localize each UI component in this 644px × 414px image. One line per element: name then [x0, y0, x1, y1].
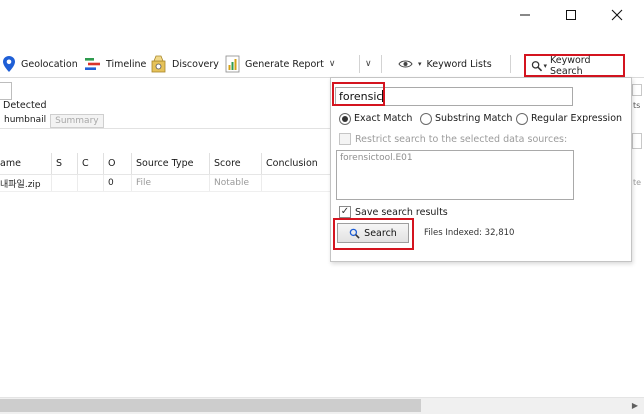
save-results-checkbox[interactable]: ✓ Save search results [339, 205, 448, 219]
geolocation-label: Geolocation [21, 58, 78, 70]
scrollbar-thumb[interactable] [0, 399, 421, 412]
checkmark-icon: ✓ [339, 206, 351, 218]
geolocation-button[interactable]: Geolocation [2, 50, 78, 78]
toolbar-separator [381, 55, 382, 73]
search-button[interactable]: Search [337, 223, 409, 243]
toolbar-separator [510, 55, 511, 73]
data-source-list[interactable]: forensictool.E01 [336, 150, 574, 200]
files-indexed-count: Files Indexed: 32,810 [424, 228, 515, 238]
timeline-label: Timeline [106, 58, 147, 70]
cell-s [52, 175, 78, 191]
checkbox-icon [339, 133, 351, 145]
search-icon [349, 228, 360, 239]
cell-source-type: File [132, 175, 210, 191]
radio-regular-expression[interactable]: Regular Expression [516, 111, 622, 126]
radio-selected-icon [339, 112, 351, 125]
toolbar-overflow-button[interactable]: ∨ [365, 50, 372, 78]
tab-summary[interactable]: Summary [50, 114, 104, 128]
divider [0, 191, 330, 192]
cell-o: 0 [104, 175, 132, 191]
timeline-button[interactable]: Timeline [84, 50, 146, 78]
column-header-c[interactable]: C [78, 153, 104, 174]
radio-exact-match[interactable]: Exact Match [339, 111, 412, 126]
substring-match-label: Substring Match [435, 113, 513, 124]
tab-thumbnail[interactable]: humbnail [0, 114, 50, 128]
edge-text: te [633, 178, 642, 187]
cell-conclusion [262, 175, 330, 191]
keyword-search-value: forensic [339, 90, 383, 103]
edge-text: ts [633, 101, 641, 110]
double-chevron-down-icon: ∨ [365, 59, 372, 69]
search-icon [531, 60, 543, 71]
report-icon [225, 55, 240, 73]
dropdown-arrow-icon: ▾ [418, 60, 422, 68]
discovery-icon [151, 55, 166, 73]
cell-c [78, 175, 104, 191]
restrict-label: Restrict search to the selected data sou… [355, 133, 568, 145]
edge-control[interactable] [632, 133, 642, 149]
keyword-search-input[interactable]: forensic [335, 87, 573, 106]
exact-match-label: Exact Match [354, 113, 413, 124]
data-source-item[interactable]: forensictool.E01 [340, 153, 413, 163]
maximize-button[interactable] [548, 0, 594, 30]
restrict-data-sources-checkbox[interactable]: Restrict search to the selected data sou… [339, 132, 567, 146]
column-header-source-type[interactable]: Source Type [132, 153, 210, 174]
keyword-lists-label: Keyword Lists [426, 58, 492, 70]
close-button[interactable] [594, 0, 640, 30]
double-chevron-down-icon: ∨ [328, 59, 336, 69]
close-icon [611, 9, 623, 21]
generate-report-label: Generate Report [245, 58, 324, 70]
search-button-label: Search [364, 227, 397, 239]
regular-expression-label: Regular Expression [531, 113, 623, 124]
radio-substring-match[interactable]: Substring Match [420, 111, 512, 126]
scroll-right-arrow-icon[interactable]: ▶ [628, 399, 642, 412]
dropdown-arrow-icon: ▾ [543, 61, 547, 70]
discovery-label: Discovery [172, 58, 219, 70]
edge-control[interactable] [632, 84, 642, 96]
column-header-o[interactable]: O [104, 153, 132, 174]
detected-label: Detected [3, 100, 47, 111]
minimize-icon [520, 14, 530, 16]
minimize-button[interactable] [502, 0, 548, 30]
results-tab[interactable] [0, 82, 12, 100]
radio-unselected-icon [516, 112, 528, 125]
toolbar-separator [359, 55, 360, 73]
column-header-conclusion[interactable]: Conclusion [262, 153, 330, 174]
viewer-tabs: humbnail Summary [0, 114, 104, 128]
eye-icon [398, 60, 413, 68]
keyword-search-label: Keyword Search [550, 54, 591, 77]
keyword-search-button[interactable]: ▾ Keyword Search [524, 54, 625, 77]
radio-unselected-icon [420, 112, 432, 125]
divider [0, 128, 330, 129]
keyword-lists-button[interactable]: ▾ Keyword Lists [398, 50, 492, 78]
maximize-icon [566, 10, 576, 20]
timeline-icon [85, 58, 100, 70]
cell-name: 내파일.zip [0, 175, 52, 191]
text-caret [382, 90, 384, 102]
column-header-s[interactable]: S [52, 153, 78, 174]
column-header-name[interactable]: ame [0, 153, 52, 174]
discovery-button[interactable]: Discovery [150, 50, 219, 78]
column-header-score[interactable]: Score [210, 153, 262, 174]
generate-report-button[interactable]: Generate Report ∨ [225, 50, 335, 78]
cell-score: Notable [210, 175, 262, 191]
save-results-label: Save search results [355, 206, 448, 218]
map-pin-icon [3, 56, 15, 72]
